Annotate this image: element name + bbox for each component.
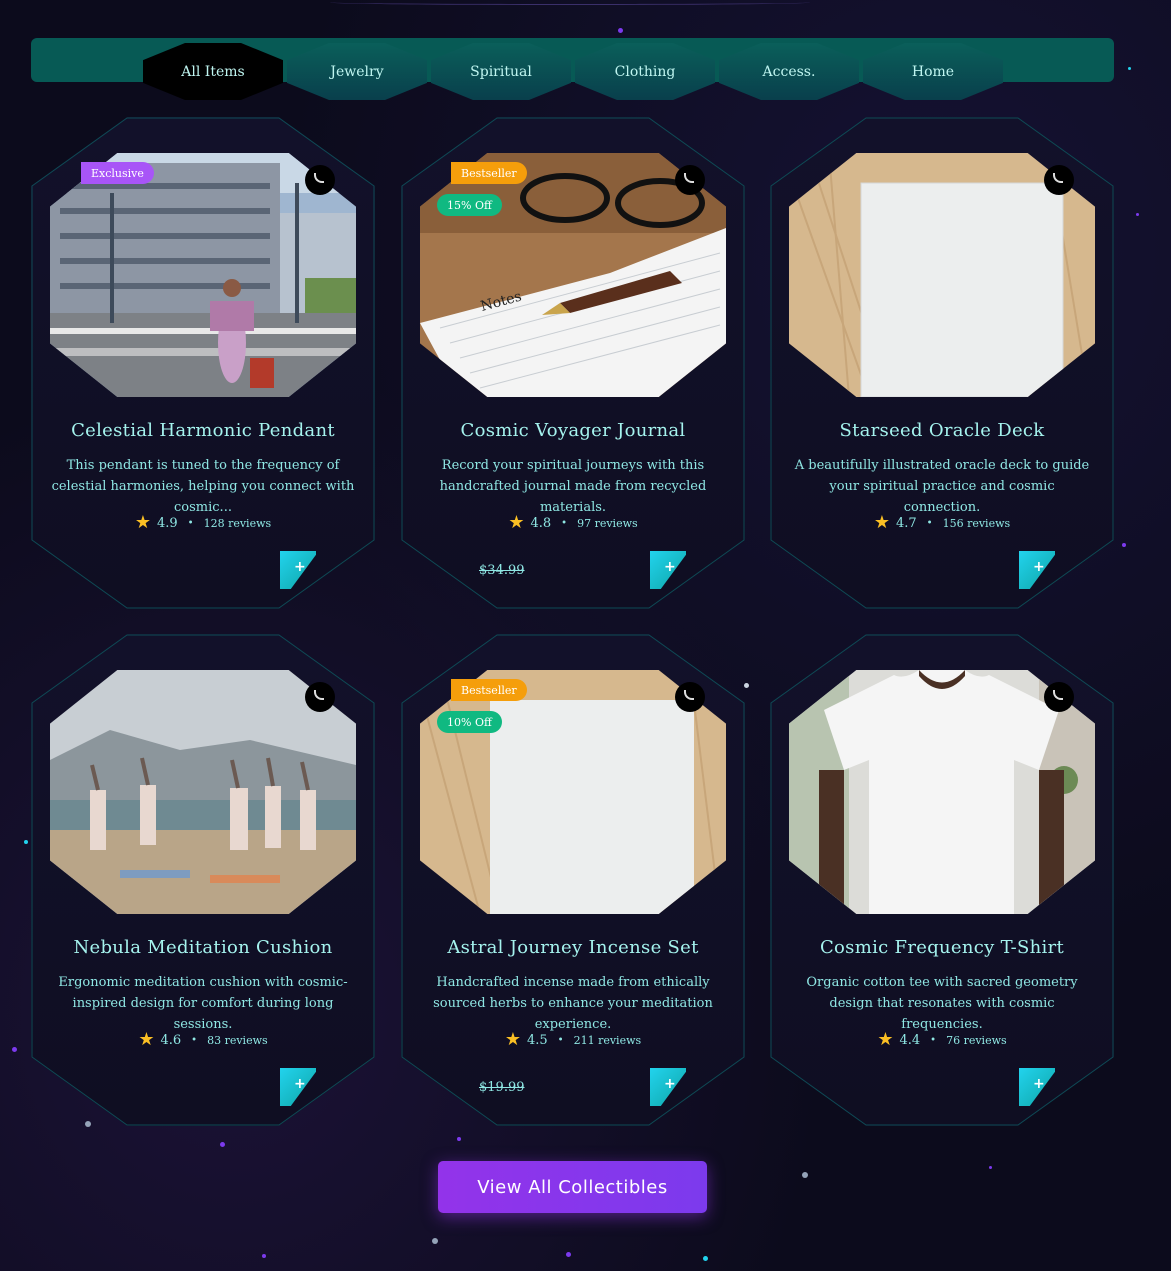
product-title[interactable]: Cosmic Voyager Journal xyxy=(401,420,745,441)
badge-discount: 15% Off xyxy=(437,194,502,216)
product-rating: ★ 4.9 • 128 reviews xyxy=(31,512,375,533)
product-card[interactable]: Starseed Oracle Deck A beautifully illus… xyxy=(770,117,1114,609)
product-title[interactable]: Astral Journey Incense Set xyxy=(401,937,745,958)
star-icon: ★ xyxy=(873,512,890,533)
product-card[interactable]: Exclusive Celestial Harmonic Pendant Thi… xyxy=(31,117,375,609)
product-rating: ★ 4.7 • 156 reviews xyxy=(770,512,1114,533)
star-icon: ★ xyxy=(877,1029,894,1050)
separator-dot: • xyxy=(926,517,933,529)
product-card[interactable]: Bestseller 10% Off Astral Journey Incens… xyxy=(401,634,745,1126)
review-count: 76 reviews xyxy=(946,1033,1007,1047)
product-rating: ★ 4.4 • 76 reviews xyxy=(770,1029,1114,1050)
rating-value: 4.5 xyxy=(526,1032,548,1048)
review-count: 97 reviews xyxy=(577,516,638,530)
product-rating: ★ 4.6 • 83 reviews xyxy=(31,1029,375,1050)
star-icon: ★ xyxy=(508,512,525,533)
review-count: 156 reviews xyxy=(942,516,1011,530)
star-icon: ★ xyxy=(138,1029,155,1050)
product-card[interactable]: Notes Bestseller 15% Off Cosmic Voyager … xyxy=(401,117,745,609)
separator-dot: • xyxy=(930,1034,937,1046)
rating-value: 4.7 xyxy=(895,515,917,531)
heart-icon[interactable] xyxy=(305,165,335,195)
header-divider xyxy=(330,0,810,5)
product-rating: ★ 4.8 • 97 reviews xyxy=(401,512,745,533)
rating-value: 4.6 xyxy=(160,1032,182,1048)
star-icon: ★ xyxy=(134,512,151,533)
product-description: Handcrafted incense made from ethically … xyxy=(433,975,713,1032)
separator-dot: • xyxy=(191,1034,198,1046)
rating-value: 4.8 xyxy=(530,515,552,531)
review-count: 128 reviews xyxy=(203,516,272,530)
product-title[interactable]: Starseed Oracle Deck xyxy=(770,420,1114,441)
product-card[interactable]: Cosmic Frequency T-Shirt Organic cotton … xyxy=(770,634,1114,1126)
product-title[interactable]: Celestial Harmonic Pendant xyxy=(31,420,375,441)
star-icon: ★ xyxy=(504,1029,521,1050)
product-card[interactable]: Nebula Meditation Cushion Ergonomic medi… xyxy=(31,634,375,1126)
heart-icon[interactable] xyxy=(1044,682,1074,712)
badge-bestseller: Bestseller xyxy=(451,679,527,701)
product-description: Organic cotton tee with sacred geometry … xyxy=(806,975,1078,1032)
product-description: This pendant is tuned to the frequency o… xyxy=(51,458,355,515)
rating-value: 4.9 xyxy=(156,515,178,531)
review-count: 83 reviews xyxy=(207,1033,268,1047)
review-count: 211 reviews xyxy=(573,1033,642,1047)
separator-dot: • xyxy=(187,517,194,529)
separator-dot: • xyxy=(561,517,568,529)
heart-icon[interactable] xyxy=(675,165,705,195)
badge-bestseller: Bestseller xyxy=(451,162,527,184)
product-description: A beautifully illustrated oracle deck to… xyxy=(794,458,1090,515)
original-price: $19.99 xyxy=(479,1080,525,1095)
original-price: $34.99 xyxy=(479,563,525,578)
separator-dot: • xyxy=(557,1034,564,1046)
product-title[interactable]: Cosmic Frequency T-Shirt xyxy=(770,937,1114,958)
heart-icon[interactable] xyxy=(305,682,335,712)
badge-exclusive: Exclusive xyxy=(81,162,154,184)
heart-icon[interactable] xyxy=(1044,165,1074,195)
badge-discount: 10% Off xyxy=(437,711,502,733)
product-description: Record your spiritual journeys with this… xyxy=(439,458,707,515)
view-all-collectibles-button[interactable]: View All Collectibles xyxy=(438,1161,707,1213)
rating-value: 4.4 xyxy=(899,1032,921,1048)
product-title[interactable]: Nebula Meditation Cushion xyxy=(31,937,375,958)
heart-icon[interactable] xyxy=(675,682,705,712)
product-description: Ergonomic meditation cushion with cosmic… xyxy=(58,975,348,1032)
product-rating: ★ 4.5 • 211 reviews xyxy=(401,1029,745,1050)
